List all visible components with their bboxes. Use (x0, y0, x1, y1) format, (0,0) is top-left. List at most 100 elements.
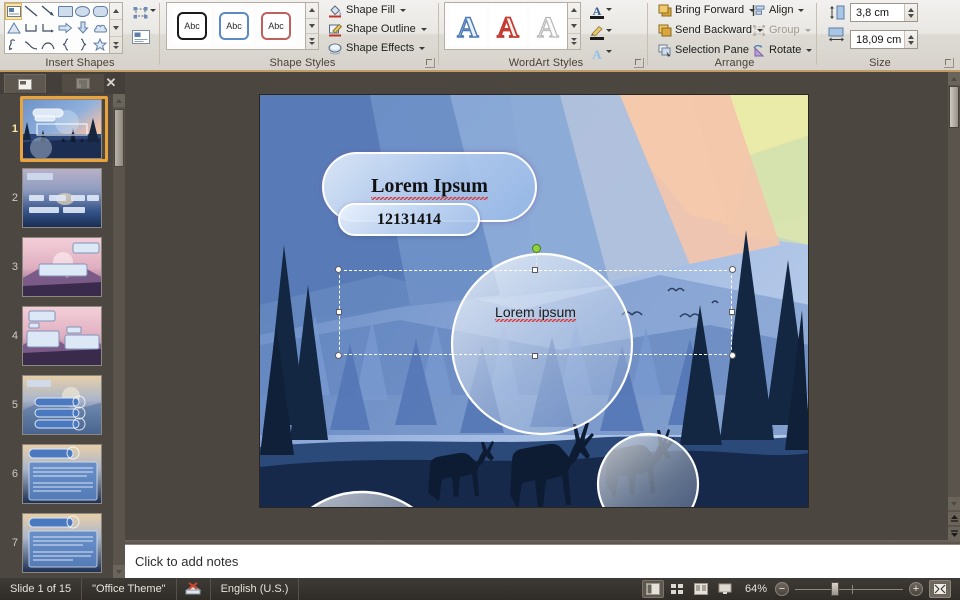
thumbnail-list[interactable]: 1 2 3 4 5 6 7 (0, 94, 113, 578)
thumbnail-scroll-thumb[interactable] (114, 109, 124, 167)
rotate-handle[interactable] (532, 244, 541, 253)
shape-width-input[interactable]: 18,09 cm (850, 30, 918, 49)
shapes-more-button[interactable] (110, 37, 122, 53)
text-outline-button[interactable] (584, 22, 610, 44)
shape-arrow-icon[interactable] (40, 3, 57, 20)
shape-width-spinner[interactable] (904, 31, 917, 48)
slide-sorter-view-button[interactable] (666, 580, 688, 598)
slide-counter[interactable]: Slide 1 of 15 (0, 578, 83, 600)
scroll-up-button[interactable] (948, 72, 960, 85)
group-button[interactable]: Group (750, 22, 811, 39)
theme-name[interactable]: "Office Theme" (82, 578, 177, 600)
reading-view-button[interactable] (690, 580, 712, 598)
shape-oval-icon[interactable] (74, 3, 91, 20)
list-item[interactable]: 4 (0, 301, 113, 370)
wordart-styles-gallery[interactable]: A A A (444, 2, 568, 50)
shape-height-input[interactable]: 3,8 cm (850, 3, 918, 22)
resize-handle-sw[interactable] (335, 352, 342, 359)
thumbnail-preview[interactable] (22, 374, 102, 435)
shape-styles-scroll-up-button[interactable] (306, 3, 318, 19)
shape-styles-scroll[interactable] (306, 2, 319, 50)
shape-star-icon[interactable] (92, 36, 109, 53)
resize-handle-ne[interactable] (729, 266, 736, 273)
shape-style-thumb[interactable]: Abc (257, 7, 295, 45)
language-indicator[interactable]: English (U.S.) (211, 578, 300, 600)
insert-shapes-gallery[interactable] (4, 2, 110, 54)
wordart-style-thumb[interactable]: A (449, 6, 487, 46)
slide-show-button[interactable] (714, 580, 736, 598)
shape-elbow-connector-icon[interactable] (22, 20, 39, 37)
list-item[interactable]: 3 (0, 232, 113, 301)
thumbnail-preview[interactable] (22, 443, 102, 504)
shape-right-brace-icon[interactable] (74, 36, 91, 53)
list-item[interactable]: 5 (0, 370, 113, 439)
shape-effects-caret-icon[interactable] (419, 47, 426, 50)
thumbnail-preview[interactable] (22, 305, 102, 366)
scroll-thumb[interactable] (949, 86, 959, 128)
shape-outline-button[interactable]: Shape Outline (326, 21, 427, 38)
spellcheck-status[interactable] (177, 578, 211, 600)
resize-handle-e[interactable] (729, 309, 735, 315)
align-caret-icon[interactable] (798, 9, 805, 12)
text-box-button[interactable] (128, 26, 154, 48)
send-backward-button[interactable]: Send Backward (656, 22, 764, 39)
wordart-style-thumb[interactable]: A (529, 6, 567, 46)
shape-fill-button[interactable]: Shape Fill (326, 2, 406, 19)
text-fill-caret-icon[interactable] (606, 8, 612, 11)
text-fill-button[interactable]: A (584, 1, 610, 23)
slide-edit-area[interactable]: Lorem Ipsum 12131414 Lorem ipsum (125, 72, 948, 540)
fit-slide-button[interactable] (929, 580, 951, 598)
shape-down-arrow-icon[interactable] (74, 20, 91, 37)
zoom-slider-handle[interactable] (831, 582, 839, 596)
shape-elbow-arrow-connector-icon[interactable] (40, 20, 57, 37)
thumbnail-preview[interactable] (22, 167, 102, 228)
resize-handle-w[interactable] (336, 309, 342, 315)
thumbnail-preview[interactable] (22, 98, 102, 159)
size-dialog-launcher[interactable] (944, 58, 954, 68)
outline-tab[interactable] (62, 74, 104, 93)
list-item[interactable]: 7 (0, 508, 113, 577)
shape-triangle-icon[interactable] (5, 20, 22, 37)
insert-shapes-scroll[interactable] (110, 2, 123, 54)
slide-vertical-scrollbar[interactable] (948, 72, 960, 540)
list-item[interactable]: 1 (0, 94, 113, 163)
list-item[interactable]: 2 (0, 163, 113, 232)
shape-right-arrow-icon[interactable] (57, 20, 74, 37)
body-text[interactable]: Lorem ipsum (339, 270, 732, 355)
shape-effects-button[interactable]: Shape Effects (326, 40, 426, 57)
text-effects-caret-icon[interactable] (606, 50, 612, 53)
edit-shape-button[interactable] (128, 2, 154, 24)
resize-handle-n[interactable] (532, 267, 538, 273)
zoom-out-button[interactable]: − (775, 582, 789, 596)
zoom-level[interactable]: 64% (737, 583, 775, 595)
thumbnail-preview[interactable] (22, 236, 102, 297)
shape-height-spinner[interactable] (904, 4, 917, 21)
next-slide-button[interactable] (948, 527, 960, 540)
shape-outline-caret-icon[interactable] (420, 28, 427, 31)
align-button[interactable]: Align (750, 2, 805, 19)
shapes-scroll-down-button[interactable] (110, 20, 122, 37)
close-panel-button[interactable]: ✕ (103, 75, 119, 91)
wordart-styles-scroll[interactable] (568, 2, 581, 50)
shape-text-box-icon[interactable] (5, 3, 23, 20)
shape-fill-caret-icon[interactable] (399, 9, 406, 12)
zoom-slider[interactable] (795, 578, 903, 600)
shapes-scroll-up-button[interactable] (110, 3, 122, 20)
shape-curve-icon[interactable] (22, 36, 39, 53)
text-outline-caret-icon[interactable] (606, 29, 612, 32)
shape-style-thumb[interactable]: Abc (173, 7, 211, 45)
shape-cloud-icon[interactable] (92, 20, 109, 37)
wordart-scroll-down-button[interactable] (568, 19, 580, 35)
normal-view-button[interactable] (641, 580, 664, 598)
edit-shape-caret-icon[interactable] (150, 9, 156, 12)
thumbnail-scroll-up-button[interactable] (113, 94, 125, 107)
rotate-caret-icon[interactable] (806, 49, 813, 52)
notes-pane[interactable]: Click to add notes (125, 544, 960, 578)
group-caret-icon[interactable] (804, 29, 811, 32)
shape-styles-more-button[interactable] (306, 34, 318, 49)
resize-handle-se[interactable] (729, 352, 736, 359)
bring-forward-button[interactable]: Bring Forward (656, 2, 756, 19)
thumbnail-scrollbar[interactable] (113, 94, 125, 578)
shape-styles-scroll-down-button[interactable] (306, 19, 318, 35)
thumbnail-scroll-down-button[interactable] (113, 565, 125, 578)
